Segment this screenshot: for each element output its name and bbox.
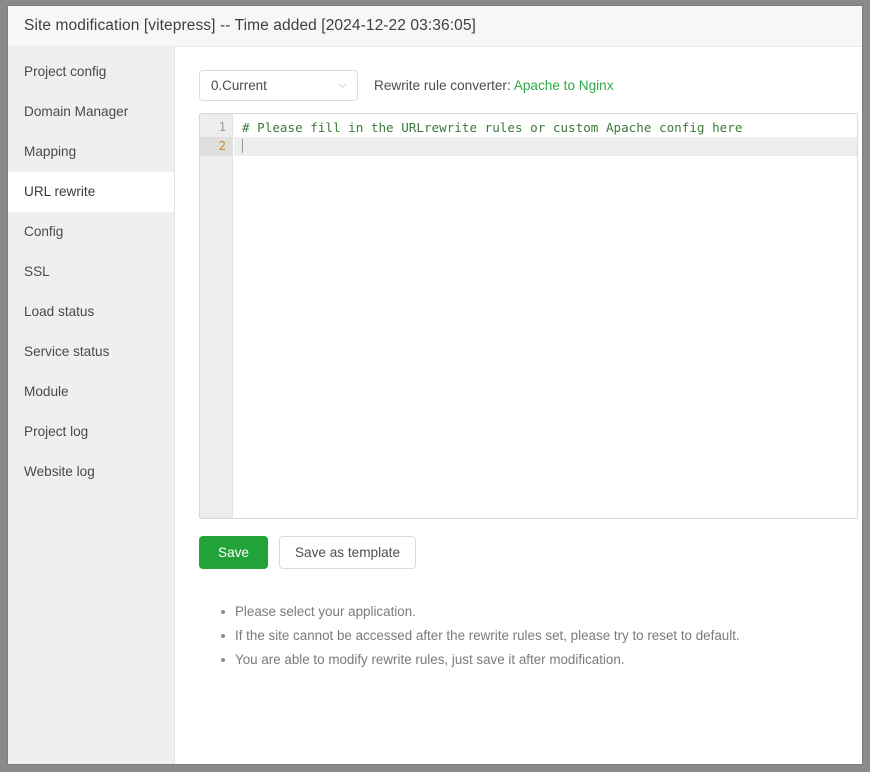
sidebar-item-label: SSL (24, 264, 50, 279)
editor-line-number: 1 (200, 118, 232, 137)
editor-line-text: # Please fill in the URLrewrite rules or… (242, 120, 742, 135)
sidebar-item-label: Load status (24, 304, 94, 319)
sidebar-item-label: Service status (24, 344, 109, 359)
sidebar-item-label: Project log (24, 424, 88, 439)
save-as-template-button[interactable]: Save as template (279, 536, 416, 569)
sidebar-item-label: Mapping (24, 144, 76, 159)
title-bar: Site modification [vitepress] -- Time ad… (8, 6, 862, 47)
text-caret (242, 139, 243, 153)
sidebar-item-service-status[interactable]: Service status (8, 332, 174, 372)
sidebar-item-project-log[interactable]: Project log (8, 412, 174, 452)
rewrite-rules-editor[interactable]: 12 # Please fill in the URLrewrite rules… (199, 113, 858, 519)
sidebar-item-domain-manager[interactable]: Domain Manager (8, 92, 174, 132)
sidebar-item-label: Domain Manager (24, 104, 128, 119)
note-item: Please select your application. (221, 600, 858, 624)
sidebar-item-config[interactable]: Config (8, 212, 174, 252)
note-item: If the site cannot be accessed after the… (221, 624, 858, 648)
sidebar-item-label: Project config (24, 64, 106, 79)
sidebar-item-load-status[interactable]: Load status (8, 292, 174, 332)
sidebar-item-mapping[interactable]: Mapping (8, 132, 174, 172)
sidebar-item-project-config[interactable]: Project config (8, 52, 174, 92)
window-title: Site modification [vitepress] -- Time ad… (24, 17, 476, 35)
editor-line-number: 2 (200, 137, 232, 156)
window-frame: Site modification [vitepress] -- Time ad… (0, 0, 870, 772)
sidebar-item-label: Config (24, 224, 63, 239)
toolbar-row: 0.Current Rewrite rule converter: Apache… (199, 69, 858, 101)
sidebar-item-ssl[interactable]: SSL (8, 252, 174, 292)
notes-list: Please select your application.If the si… (199, 600, 858, 672)
note-item: You are able to modify rewrite rules, ju… (221, 648, 858, 672)
sidebar-item-url-rewrite[interactable]: URL rewrite (8, 172, 174, 212)
window-body: Site modification [vitepress] -- Time ad… (8, 6, 862, 764)
application-select-value: 0.Current (211, 78, 337, 93)
main-panel: 0.Current Rewrite rule converter: Apache… (175, 47, 862, 764)
apache-to-nginx-link[interactable]: Apache to Nginx (514, 78, 614, 93)
sidebar-item-website-log[interactable]: Website log (8, 452, 174, 492)
sidebar-item-label: Website log (24, 464, 95, 479)
sidebar-item-label: Module (24, 384, 69, 399)
content-split: Project config Domain Manager Mapping URL r… (8, 47, 862, 764)
editor-code-area[interactable]: # Please fill in the URLrewrite rules or… (234, 114, 857, 518)
sidebar-item-module[interactable]: Module (8, 372, 174, 412)
button-row: Save Save as template (199, 536, 858, 569)
application-select[interactable]: 0.Current (199, 70, 358, 101)
editor-line[interactable] (234, 137, 857, 156)
sidebar-item-label: URL rewrite (24, 184, 95, 199)
sidebar: Project config Domain Manager Mapping URL r… (8, 47, 175, 764)
save-button[interactable]: Save (199, 536, 268, 569)
converter-text: Rewrite rule converter: Apache to Nginx (374, 78, 614, 93)
chevron-down-icon (337, 80, 348, 91)
converter-label: Rewrite rule converter: (374, 78, 511, 93)
editor-gutter: 12 (200, 114, 233, 518)
editor-line[interactable]: # Please fill in the URLrewrite rules or… (234, 118, 857, 137)
